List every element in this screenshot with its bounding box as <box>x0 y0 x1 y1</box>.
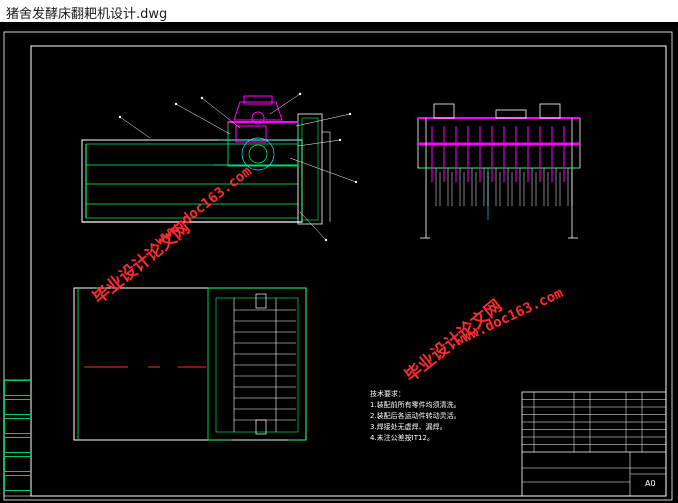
cad-drawing <box>3 31 673 501</box>
stamp-cell <box>4 437 32 453</box>
window-titlebar: 猪舍发酵床翻耙机设计.dwg <box>0 0 678 23</box>
notes-item: 4.未注公差按IT12。 <box>370 434 434 442</box>
front-view <box>81 92 358 242</box>
stamp-cell <box>4 380 32 396</box>
notes-item: 1.装配前所有零件均须清洗。 <box>370 401 461 409</box>
cad-drawing-canvas[interactable]: 毕业设计论文网 www.doc163.com 毕业设计论文网 www.doc16… <box>0 22 678 503</box>
top-view <box>73 287 307 441</box>
sheet-size: A0 <box>645 479 656 488</box>
outer-frame <box>3 31 673 501</box>
side-view <box>417 103 581 239</box>
stamp-cell <box>4 456 32 472</box>
notes-item: 2.装配后各运动件转动灵活。 <box>370 412 461 420</box>
stamp-cell <box>4 418 32 434</box>
technical-notes: 技术要求： 1.装配前所有零件均须清洗。 2.装配后各运动件转动灵活。 3.焊接… <box>370 389 461 444</box>
notes-item: 3.焊接处无虚焊、漏焊。 <box>370 423 447 431</box>
notes-heading: 技术要求： <box>370 390 405 398</box>
window-title: 猪舍发酵床翻耙机设计.dwg <box>6 7 168 22</box>
stamp-cell <box>4 475 32 491</box>
stamp-cell <box>4 399 32 415</box>
